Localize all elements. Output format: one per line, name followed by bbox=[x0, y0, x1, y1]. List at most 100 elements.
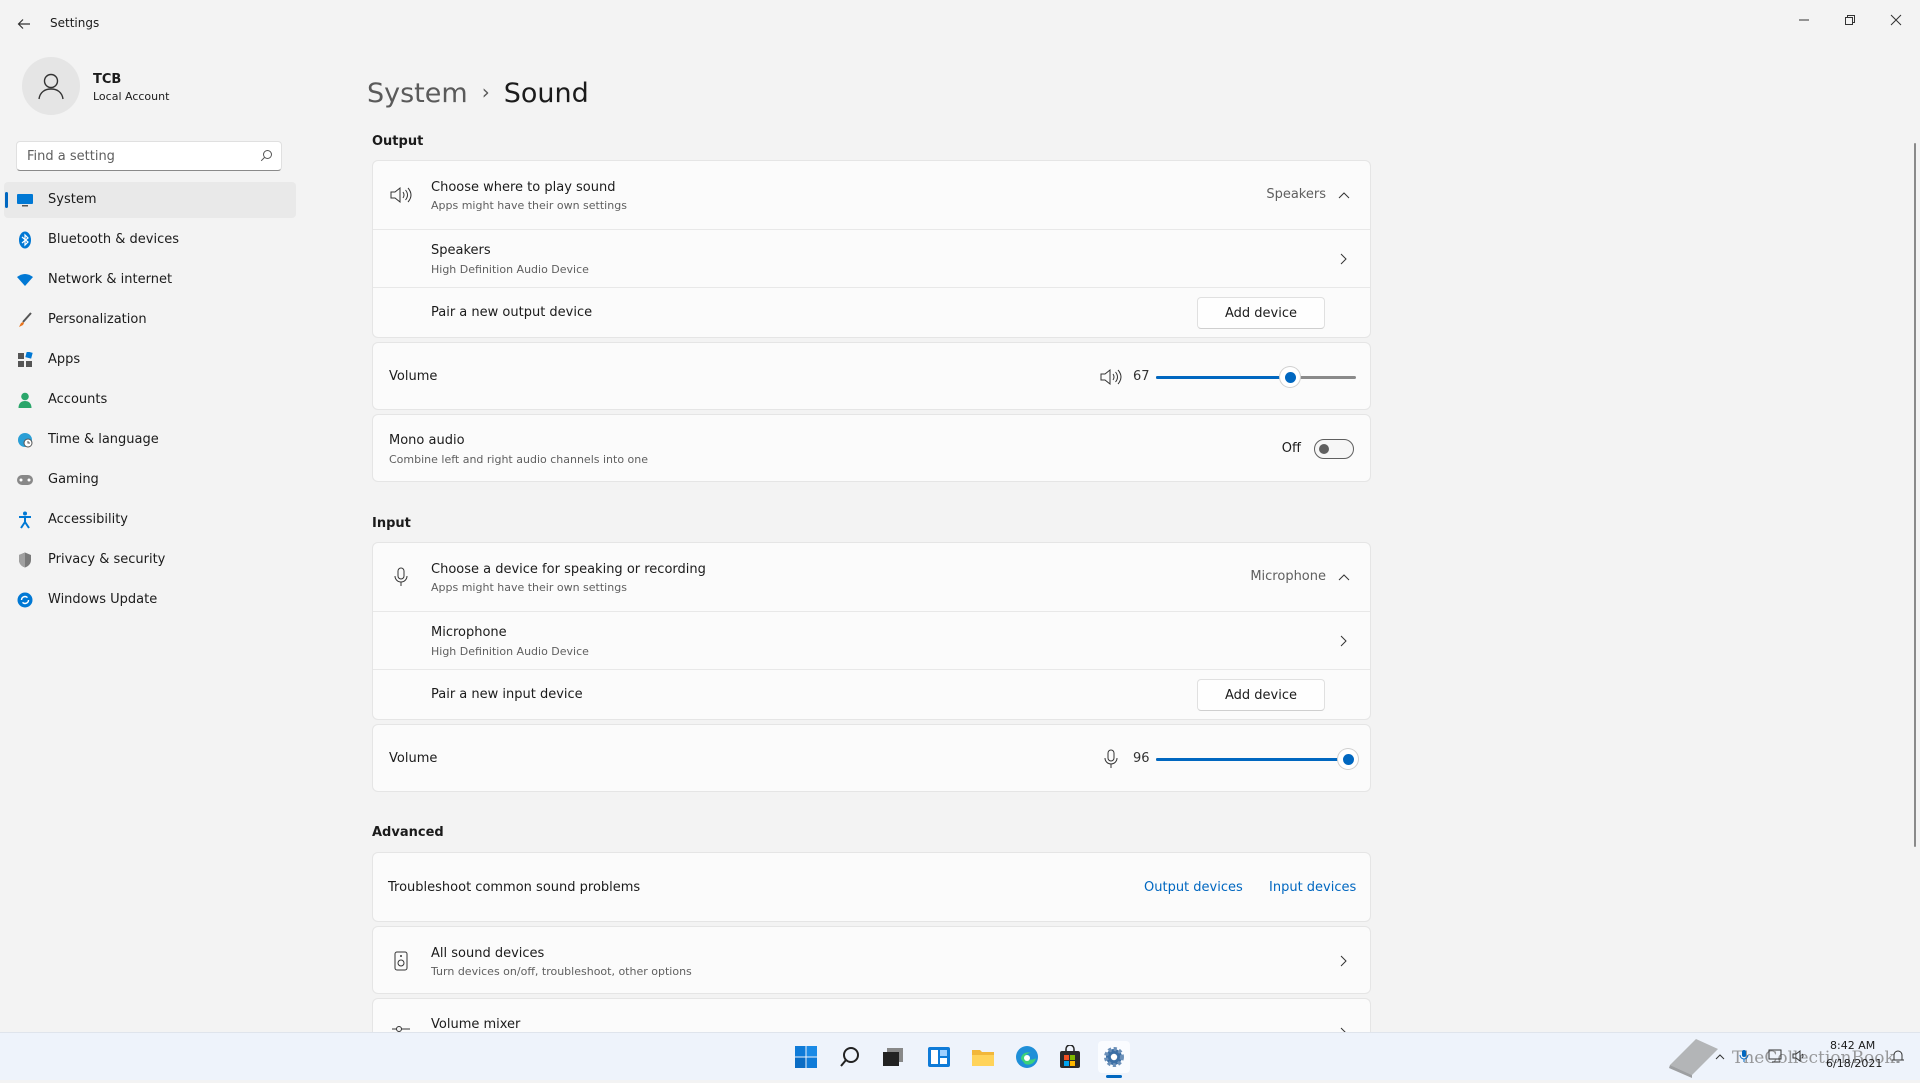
sidebar-item-label: Bluetooth & devices bbox=[48, 232, 179, 247]
input-section-title: Input bbox=[372, 516, 411, 531]
chevron-up-icon[interactable] bbox=[1336, 569, 1352, 585]
page-title: Sound bbox=[503, 78, 589, 109]
folder-icon bbox=[972, 1050, 994, 1066]
back-button[interactable] bbox=[12, 12, 36, 36]
input-devices-link[interactable]: Input devices bbox=[1269, 880, 1356, 895]
all-sound-devices-card[interactable]: All sound devices Turn devices on/off, t… bbox=[372, 926, 1371, 994]
user-name: TCB bbox=[93, 72, 122, 87]
chevron-right-icon bbox=[1336, 251, 1352, 267]
slider-thumb[interactable] bbox=[1280, 367, 1300, 387]
mono-audio-state: Off bbox=[1281, 441, 1301, 456]
microphone-volume-icon bbox=[1099, 747, 1123, 771]
sidebar-item-label: Accessibility bbox=[48, 512, 128, 527]
selected-input-device: Microphone bbox=[1250, 569, 1326, 584]
taskbar-search-button[interactable] bbox=[834, 1041, 866, 1073]
search-input[interactable]: Find a setting bbox=[16, 141, 282, 171]
sidebar-item-privacy-security[interactable]: Privacy & security bbox=[4, 542, 296, 578]
chevron-up-icon[interactable] bbox=[1712, 1048, 1728, 1064]
all-sound-devices-title: All sound devices bbox=[431, 946, 545, 961]
sidebar-item-bluetooth[interactable]: Bluetooth & devices bbox=[4, 222, 296, 258]
mono-audio-toggle[interactable] bbox=[1314, 439, 1354, 459]
volume-mixer-card[interactable]: Volume mixer bbox=[372, 998, 1371, 1032]
speaker-volume-icon[interactable] bbox=[1099, 365, 1123, 389]
choose-output-title: Choose where to play sound bbox=[431, 180, 616, 195]
input-device-microphone[interactable]: Microphone High Definition Audio Device bbox=[373, 612, 1370, 669]
speaker-icon bbox=[389, 183, 413, 207]
chevron-right-icon bbox=[1336, 953, 1352, 969]
troubleshoot-card: Troubleshoot common sound problems Outpu… bbox=[372, 852, 1371, 922]
widgets-button[interactable] bbox=[923, 1041, 955, 1073]
mono-audio-title: Mono audio bbox=[389, 433, 465, 448]
store-button[interactable] bbox=[1054, 1041, 1086, 1073]
app-title: Settings bbox=[50, 16, 100, 30]
input-volume-card: Volume 96 bbox=[372, 724, 1371, 792]
pair-output-row: Pair a new output device Add device bbox=[373, 288, 1370, 338]
add-input-device-button[interactable]: Add device bbox=[1197, 679, 1325, 711]
choose-output-row[interactable]: Choose where to play sound Apps might ha… bbox=[373, 161, 1370, 229]
task-view-button[interactable] bbox=[877, 1041, 909, 1073]
settings-taskbar-button[interactable] bbox=[1098, 1041, 1130, 1073]
choose-output-subtitle: Apps might have their own settings bbox=[431, 199, 627, 212]
restore-button[interactable] bbox=[1830, 6, 1870, 34]
gear-icon bbox=[1104, 1047, 1124, 1067]
output-device-card: Choose where to play sound Apps might ha… bbox=[372, 160, 1371, 338]
bluetooth-icon bbox=[16, 231, 34, 249]
choose-input-title: Choose a device for speaking or recordin… bbox=[431, 562, 706, 577]
breadcrumb-parent[interactable]: System bbox=[367, 78, 468, 109]
volume-tray-icon[interactable] bbox=[1792, 1048, 1808, 1064]
taskbar: TheCollectionBook 8:42 AM 6/18/2021 bbox=[0, 1032, 1920, 1080]
update-icon bbox=[16, 591, 34, 609]
sidebar-item-label: Time & language bbox=[48, 432, 159, 447]
edge-browser-icon bbox=[1016, 1046, 1038, 1068]
add-output-device-button[interactable]: Add device bbox=[1197, 297, 1325, 329]
microphone-tray-icon[interactable] bbox=[1736, 1048, 1752, 1064]
sidebar-item-time-language[interactable]: Time & language bbox=[4, 422, 296, 458]
search-icon bbox=[260, 150, 272, 162]
network-tray-icon[interactable] bbox=[1768, 1048, 1784, 1064]
output-volume-slider[interactable] bbox=[1156, 367, 1356, 387]
pair-input-label: Pair a new input device bbox=[431, 687, 583, 702]
sidebar-item-system[interactable]: System bbox=[4, 182, 296, 218]
advanced-section-title: Advanced bbox=[372, 825, 444, 840]
close-button[interactable] bbox=[1876, 6, 1916, 34]
chevron-right-icon bbox=[1336, 633, 1352, 649]
pair-output-label: Pair a new output device bbox=[431, 305, 593, 320]
sidebar-item-personalization[interactable]: Personalization bbox=[4, 302, 296, 338]
sidebar-item-apps[interactable]: Apps bbox=[4, 342, 296, 378]
clock-date[interactable]: 6/18/2021 bbox=[1826, 1057, 1882, 1070]
output-device-name: Speakers bbox=[431, 243, 491, 258]
output-volume-value: 67 bbox=[1133, 369, 1150, 384]
person-icon bbox=[16, 391, 34, 409]
sidebar-item-gaming[interactable]: Gaming bbox=[4, 462, 296, 498]
file-explorer-button[interactable] bbox=[967, 1041, 999, 1073]
sidebar-item-accessibility[interactable]: Accessibility bbox=[4, 502, 296, 538]
title-bar: Settings bbox=[0, 0, 1920, 48]
active-app-indicator bbox=[1106, 1075, 1122, 1078]
sidebar-item-windows-update[interactable]: Windows Update bbox=[4, 582, 296, 618]
choose-input-row[interactable]: Choose a device for speaking or recordin… bbox=[373, 543, 1370, 611]
start-button[interactable] bbox=[790, 1041, 822, 1073]
notification-icon[interactable] bbox=[1890, 1048, 1906, 1064]
person-avatar-icon bbox=[38, 73, 64, 100]
input-device-card: Choose a device for speaking or recordin… bbox=[372, 542, 1371, 720]
wifi-icon bbox=[16, 271, 34, 289]
edge-button[interactable] bbox=[1011, 1041, 1043, 1073]
slider-thumb[interactable] bbox=[1338, 749, 1358, 769]
sidebar-item-label: Apps bbox=[48, 352, 81, 367]
output-device-speakers[interactable]: Speakers High Definition Audio Device bbox=[373, 230, 1370, 287]
chevron-up-icon[interactable] bbox=[1336, 187, 1352, 203]
sidebar-item-label: Personalization bbox=[48, 312, 147, 327]
back-arrow-icon bbox=[17, 19, 30, 29]
output-devices-link[interactable]: Output devices bbox=[1144, 880, 1243, 895]
sidebar-item-network[interactable]: Network & internet bbox=[4, 262, 296, 298]
input-volume-slider[interactable] bbox=[1156, 749, 1358, 769]
output-device-description: High Definition Audio Device bbox=[431, 263, 589, 276]
scrollbar[interactable] bbox=[1914, 143, 1916, 847]
restore-icon bbox=[1845, 15, 1855, 25]
globe-clock-icon bbox=[16, 431, 34, 449]
sidebar-item-accounts[interactable]: Accounts bbox=[4, 382, 296, 418]
shield-icon bbox=[16, 551, 34, 569]
clock-time[interactable]: 8:42 AM bbox=[1830, 1039, 1875, 1052]
output-volume-card: Volume 67 bbox=[372, 342, 1371, 410]
minimize-button[interactable] bbox=[1784, 6, 1824, 34]
